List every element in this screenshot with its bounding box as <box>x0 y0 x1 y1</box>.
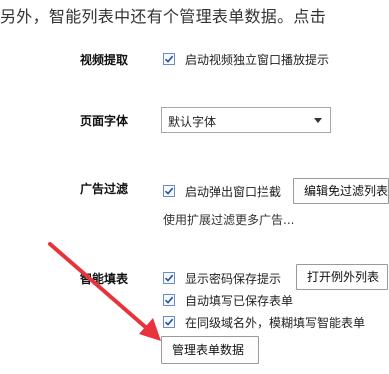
extension-filter-link[interactable]: 使用扩展过滤更多广告... <box>163 211 294 228</box>
fuzzy-fill-checkbox[interactable] <box>163 316 175 328</box>
popup-block-label: 启动弹出窗口拦截 <box>185 185 282 199</box>
ad-section-label: 广告过滤 <box>80 182 129 196</box>
exception-list-button[interactable]: 打开例外列表 <box>296 264 388 290</box>
fuzzy-fill-label: 在同级域名外，模糊填写智能表单 <box>185 316 366 330</box>
edit-whitelist-button[interactable]: 编辑免过滤列表 <box>293 178 389 204</box>
autofill-saved-checkbox[interactable] <box>163 294 175 306</box>
popup-block-checkbox[interactable] <box>163 185 175 197</box>
password-prompt-checkbox[interactable] <box>163 272 175 284</box>
smart-fill-section-label: 智能填表 <box>80 272 129 286</box>
video-section-label: 视频提取 <box>80 53 129 67</box>
font-section-label: 页面字体 <box>80 114 129 128</box>
check-icon <box>164 274 174 282</box>
check-icon <box>164 296 174 304</box>
video-popup-checkbox[interactable] <box>163 53 175 65</box>
check-icon <box>164 318 174 326</box>
autofill-saved-label: 自动填写已保存表单 <box>185 294 294 308</box>
password-prompt-label: 显示密码保存提示 <box>185 272 282 286</box>
font-select-value: 默认字体 <box>168 115 217 129</box>
intro-text: 另外，智能列表中还有个管理表单数据。点击 <box>0 7 327 26</box>
check-icon <box>164 55 174 63</box>
font-select[interactable]: 默认字体 <box>161 107 331 133</box>
manage-form-data-button[interactable]: 管理表单数据 <box>161 336 259 364</box>
chevron-down-icon <box>314 118 322 123</box>
video-popup-label: 启动视频独立窗口播放提示 <box>185 53 330 67</box>
check-icon <box>164 187 174 195</box>
